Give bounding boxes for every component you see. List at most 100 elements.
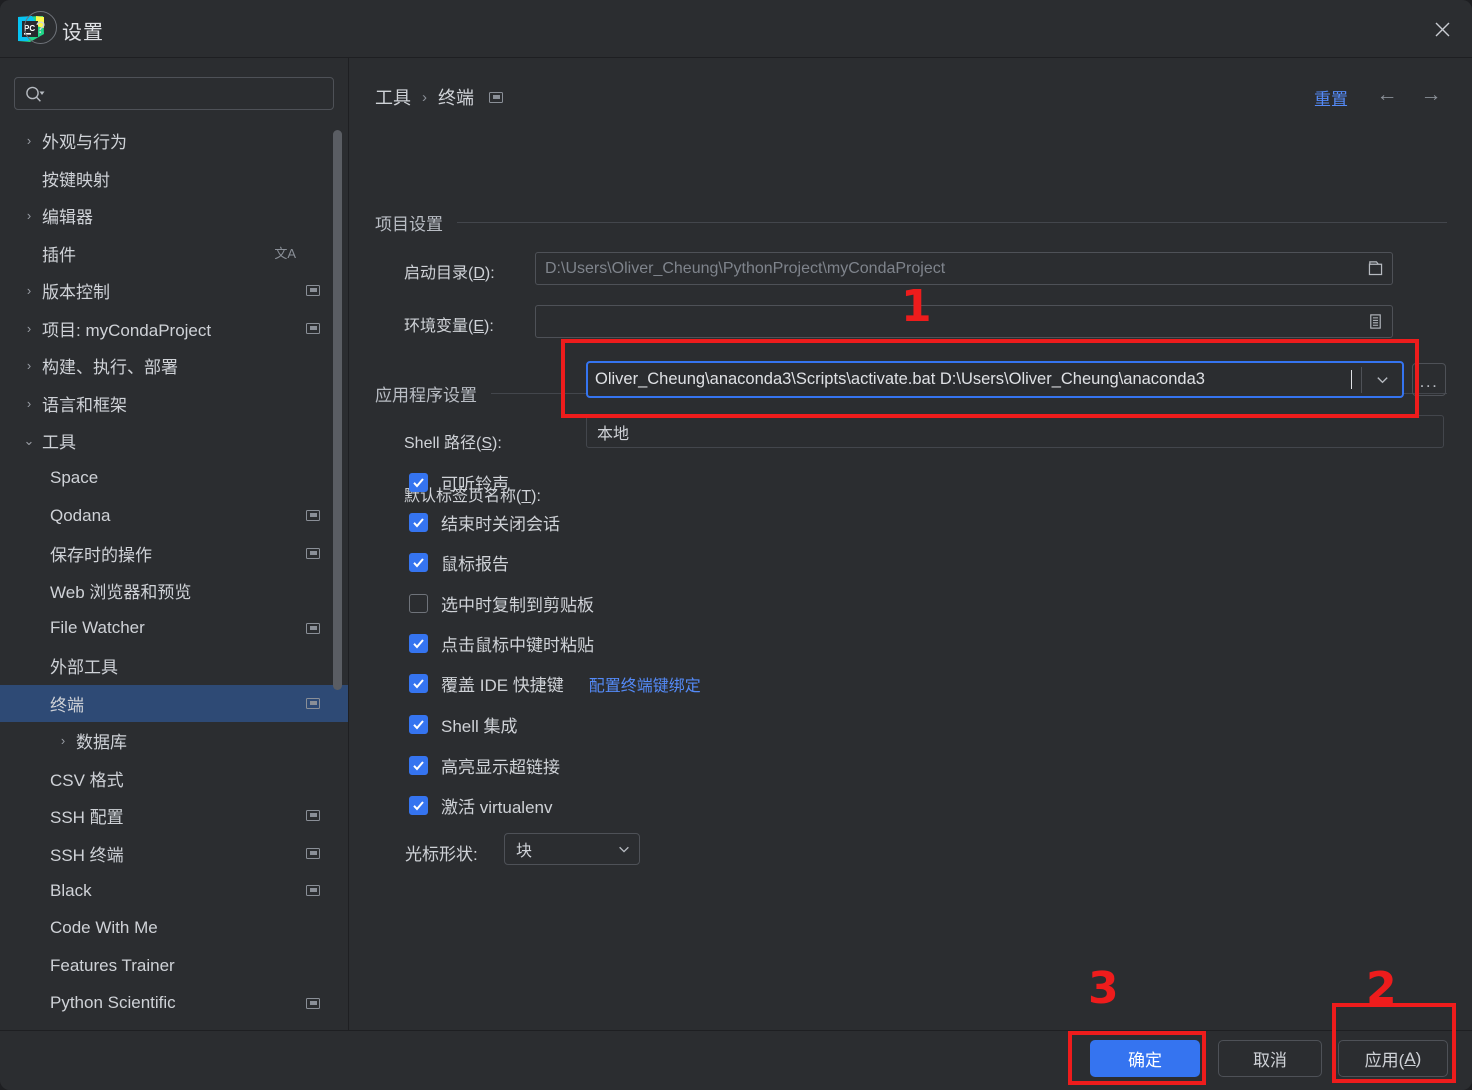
sidebar-item[interactable]: 插件 文A — [0, 235, 348, 273]
help-icon[interactable]: ? — [24, 11, 57, 44]
sidebar-item-label: SSH 配置 — [50, 808, 124, 828]
checkbox-checked-icon[interactable] — [409, 513, 428, 532]
breadcrumb: 工具 › 终端 — [375, 84, 503, 110]
sidebar-item[interactable]: ⌄ 工具 — [0, 422, 348, 460]
project-scope-icon — [306, 547, 320, 559]
sidebar-item-label: 构建、执行、部署 — [42, 358, 178, 378]
cancel-button[interactable]: 取消 — [1218, 1040, 1322, 1077]
sidebar-item-label: 语言和框架 — [42, 395, 127, 415]
sidebar-item[interactable]: 终端 — [0, 684, 348, 722]
checkbox-row[interactable]: 高亮显示超链接 — [409, 753, 560, 778]
sidebar-item-label: Black — [50, 880, 92, 900]
sidebar-item-label: 项目: myCondaProject — [42, 320, 212, 340]
checkbox-unchecked-icon[interactable] — [409, 594, 428, 613]
list-edit-icon[interactable] — [1358, 306, 1392, 337]
settings-dialog: PC 设置 › 外观与行为 按键映射 › 编辑器 插件 文A › 版本控制 › 项目: myCond… — [0, 0, 1472, 1090]
sidebar-item-label: File Watcher — [50, 618, 145, 638]
shell-path-value: Oliver_Cheung\anaconda3\Scripts\activate… — [595, 370, 1205, 388]
sidebar-item[interactable]: › 项目: myCondaProject — [0, 310, 348, 348]
settings-tree: › 外观与行为 按键映射 › 编辑器 插件 文A › 版本控制 › 项目: myCondaProje… — [0, 122, 348, 1030]
chevron-right-icon[interactable]: › — [50, 733, 76, 748]
checkbox-row[interactable]: 结束时关闭会话 — [409, 510, 560, 535]
sidebar-item[interactable]: Features Trainer — [0, 947, 348, 985]
sidebar-item-label: Web 浏览器和预览 — [50, 583, 192, 603]
sidebar-item[interactable]: File Watcher — [0, 610, 348, 648]
sidebar-item[interactable]: CSV 格式 — [0, 760, 348, 798]
sidebar-item[interactable]: › 构建、执行、部署 — [0, 347, 348, 385]
sidebar-scrollbar[interactable] — [333, 130, 342, 690]
configure-terminal-keybindings-link[interactable]: 配置终端键绑定 — [589, 672, 701, 696]
chevron-right-icon[interactable]: › — [16, 283, 42, 298]
checkbox-label: 鼠标报告 — [441, 555, 509, 574]
sidebar-item[interactable]: 保存时的操作 — [0, 535, 348, 573]
search-field-wrapper[interactable] — [14, 77, 334, 110]
ok-button[interactable]: 确定 — [1090, 1040, 1200, 1077]
chevron-right-icon[interactable]: › — [16, 133, 42, 148]
sidebar-item[interactable]: 按键映射 — [0, 160, 348, 198]
sidebar-item[interactable]: › 外观与行为 — [0, 122, 348, 160]
cursor-shape-select[interactable]: 块 — [504, 833, 640, 865]
breadcrumb-item-tools[interactable]: 工具 — [375, 84, 411, 110]
checkbox-row[interactable]: 激活 virtualenv — [409, 793, 552, 818]
sidebar-item-label: Code With Me — [50, 918, 158, 938]
checkbox-row[interactable]: 覆盖 IDE 快捷键 配置终端键绑定 — [409, 671, 701, 696]
chevron-right-icon[interactable]: › — [16, 396, 42, 411]
checkbox-row[interactable]: 可听铃声 — [409, 470, 509, 495]
sidebar-item[interactable]: Python Scientific — [0, 985, 348, 1023]
sidebar-item[interactable]: › 数据库 — [0, 722, 348, 760]
project-scope-icon — [306, 510, 320, 521]
shell-path-field[interactable]: Oliver_Cheung\anaconda3\Scripts\activate… — [586, 361, 1404, 398]
chevron-down-icon[interactable]: ⌄ — [16, 433, 42, 449]
checkbox-checked-icon[interactable] — [409, 715, 428, 734]
settings-sidebar: › 外观与行为 按键映射 › 编辑器 插件 文A › 版本控制 › 项目: myCondaProje… — [0, 58, 348, 1030]
sidebar-item-label: Space — [50, 468, 99, 488]
checkbox-row[interactable]: 选中时复制到剪贴板 — [409, 591, 594, 616]
sidebar-item[interactable]: SSH 配置 — [0, 797, 348, 835]
checkbox-label: 覆盖 IDE 快捷键 — [441, 676, 564, 695]
checkbox-checked-icon[interactable] — [409, 756, 428, 775]
sidebar-item[interactable]: › 编辑器 — [0, 197, 348, 235]
checkbox-checked-icon[interactable] — [409, 674, 428, 693]
checkbox-checked-icon[interactable] — [409, 796, 428, 815]
sidebar-item[interactable]: › 语言和框架 — [0, 385, 348, 423]
window-title: 设置 — [62, 22, 104, 44]
checkbox-checked-icon[interactable] — [409, 634, 428, 653]
project-scope-icon — [306, 622, 320, 634]
tab-name-value: 本地 — [597, 425, 630, 443]
close-icon[interactable] — [1424, 12, 1460, 46]
checkbox-label: 可听铃声 — [441, 475, 509, 494]
arrow-left-icon[interactable]: ← — [1374, 83, 1400, 107]
chevron-right-icon[interactable]: › — [16, 208, 42, 223]
checkbox-checked-icon[interactable] — [409, 473, 428, 492]
project-scope-icon — [306, 697, 320, 709]
sidebar-item[interactable]: SSH 终端 — [0, 835, 348, 873]
sidebar-item-label: 按键映射 — [42, 170, 110, 190]
reset-link[interactable]: 重置 — [1314, 85, 1348, 110]
checkbox-row[interactable]: 点击鼠标中键时粘贴 — [409, 631, 594, 656]
arrow-right-icon[interactable]: → — [1418, 83, 1444, 107]
sidebar-item[interactable]: Code With Me — [0, 910, 348, 948]
search-input[interactable] — [46, 85, 333, 102]
apply-button[interactable]: 应用(A) — [1338, 1040, 1448, 1077]
chevron-right-icon[interactable]: › — [16, 358, 42, 373]
shell-path-browse-button[interactable]: ... — [1412, 363, 1446, 396]
start-dir-field[interactable]: D:\Users\Oliver_Cheung\PythonProject\myC… — [535, 252, 1393, 285]
sidebar-item[interactable]: Web 浏览器和预览 — [0, 572, 348, 610]
checkbox-checked-icon[interactable] — [409, 553, 428, 572]
sidebar-item-label: 外部工具 — [50, 658, 118, 678]
sidebar-item[interactable]: Qodana — [0, 497, 348, 535]
sidebar-item[interactable]: › 版本控制 — [0, 272, 348, 310]
chevron-down-icon[interactable] — [1362, 363, 1402, 396]
env-vars-field[interactable] — [535, 305, 1393, 338]
sidebar-item[interactable]: 外部工具 — [0, 647, 348, 685]
sidebar-item[interactable]: Space — [0, 460, 348, 498]
checkbox-row[interactable]: Shell 集成 — [409, 712, 518, 737]
tab-name-field[interactable]: 本地 — [586, 415, 1444, 448]
translation-icon: 文A — [274, 245, 296, 261]
folder-icon[interactable] — [1358, 253, 1392, 284]
sidebar-item[interactable]: Black — [0, 872, 348, 910]
sidebar-item-label: SSH 终端 — [50, 845, 124, 865]
breadcrumb-item-terminal[interactable]: 终端 — [438, 84, 474, 110]
chevron-right-icon[interactable]: › — [16, 321, 42, 336]
checkbox-row[interactable]: 鼠标报告 — [409, 550, 509, 575]
